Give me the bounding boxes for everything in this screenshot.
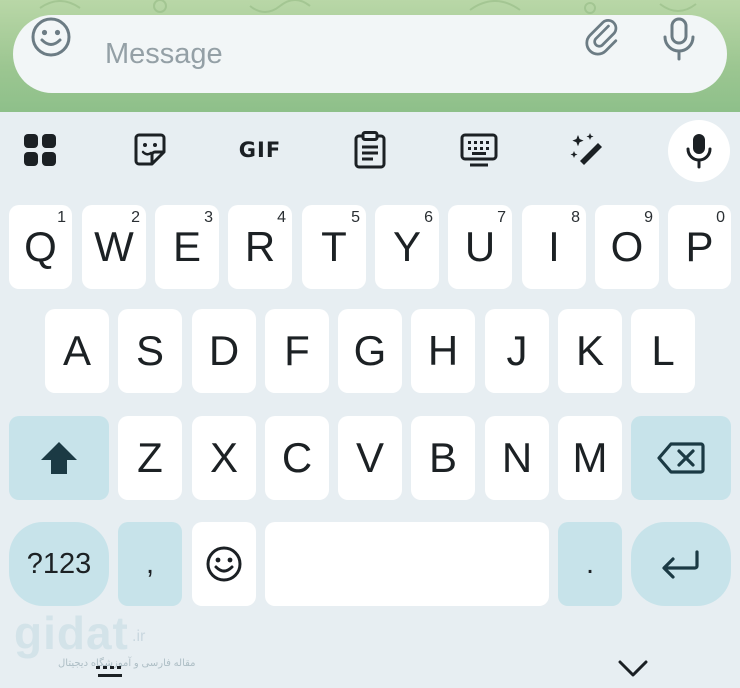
apps-grid-icon[interactable]	[10, 122, 70, 178]
key-p[interactable]: P0	[668, 205, 731, 289]
key-c[interactable]: C	[265, 416, 329, 500]
microphone-icon[interactable]	[657, 15, 717, 93]
key-s[interactable]: S	[118, 309, 182, 393]
enter-key[interactable]	[631, 522, 731, 606]
smiley-icon[interactable]	[29, 15, 89, 93]
chevron-down-icon[interactable]	[616, 654, 650, 682]
key-u[interactable]: U7	[448, 205, 512, 289]
keyboard: GIF Q 1 W 2 E 3 R 4 T 5 Y 6 U 7 I 8 O 9 …	[0, 112, 740, 688]
keyboard-toolbar: GIF	[0, 112, 740, 192]
key-d[interactable]: D	[192, 309, 256, 393]
key-v[interactable]: V	[338, 416, 402, 500]
backspace-key[interactable]	[631, 416, 731, 500]
key-n[interactable]: N	[485, 416, 549, 500]
space-key[interactable]	[265, 522, 549, 606]
shift-arrow-icon	[41, 442, 77, 474]
microphone-icon	[686, 134, 712, 169]
key-b[interactable]: B	[411, 416, 475, 500]
paperclip-icon[interactable]	[579, 15, 639, 93]
key-g[interactable]: G	[338, 309, 402, 393]
backspace-icon	[657, 442, 705, 474]
key-q[interactable]: Q1	[9, 205, 72, 289]
keyboard-switch-icon[interactable]	[92, 660, 128, 684]
keyboard-icon[interactable]	[449, 122, 509, 178]
key-z[interactable]: Z	[118, 416, 182, 500]
voice-input-button[interactable]	[668, 120, 730, 182]
symbols-key[interactable]: ?123	[9, 522, 109, 606]
comma-key[interactable]: ,	[118, 522, 182, 606]
key-x[interactable]: X	[192, 416, 256, 500]
enter-arrow-icon	[662, 550, 699, 579]
watermark-tld: .ir	[132, 628, 146, 645]
key-w[interactable]: W2	[82, 205, 146, 289]
key-l[interactable]: L	[631, 309, 695, 393]
key-i[interactable]: I8	[522, 205, 586, 289]
message-bar	[13, 15, 727, 93]
key-o[interactable]: O9	[595, 205, 659, 289]
key-y[interactable]: Y6	[375, 205, 439, 289]
key-f[interactable]: F	[265, 309, 329, 393]
chat-background	[0, 0, 740, 112]
period-key[interactable]: .	[558, 522, 622, 606]
key-j[interactable]: J	[485, 309, 549, 393]
emoji-key[interactable]	[192, 522, 256, 606]
key-e[interactable]: E3	[155, 205, 219, 289]
key-h[interactable]: H	[411, 309, 475, 393]
smiley-icon	[206, 546, 242, 582]
message-input[interactable]	[105, 33, 565, 75]
watermark-brand: gidat	[14, 607, 129, 659]
magic-wand-icon[interactable]	[558, 122, 618, 178]
key-r[interactable]: R4	[228, 205, 292, 289]
sticker-icon[interactable]	[120, 122, 180, 178]
gif-label: GIF	[238, 138, 282, 162]
shift-key[interactable]	[9, 416, 109, 500]
key-m[interactable]: M	[558, 416, 622, 500]
key-t[interactable]: T5	[302, 205, 366, 289]
key-k[interactable]: K	[558, 309, 622, 393]
gif-button[interactable]: GIF	[230, 122, 290, 178]
clipboard-icon[interactable]	[340, 122, 400, 178]
key-a[interactable]: A	[45, 309, 109, 393]
